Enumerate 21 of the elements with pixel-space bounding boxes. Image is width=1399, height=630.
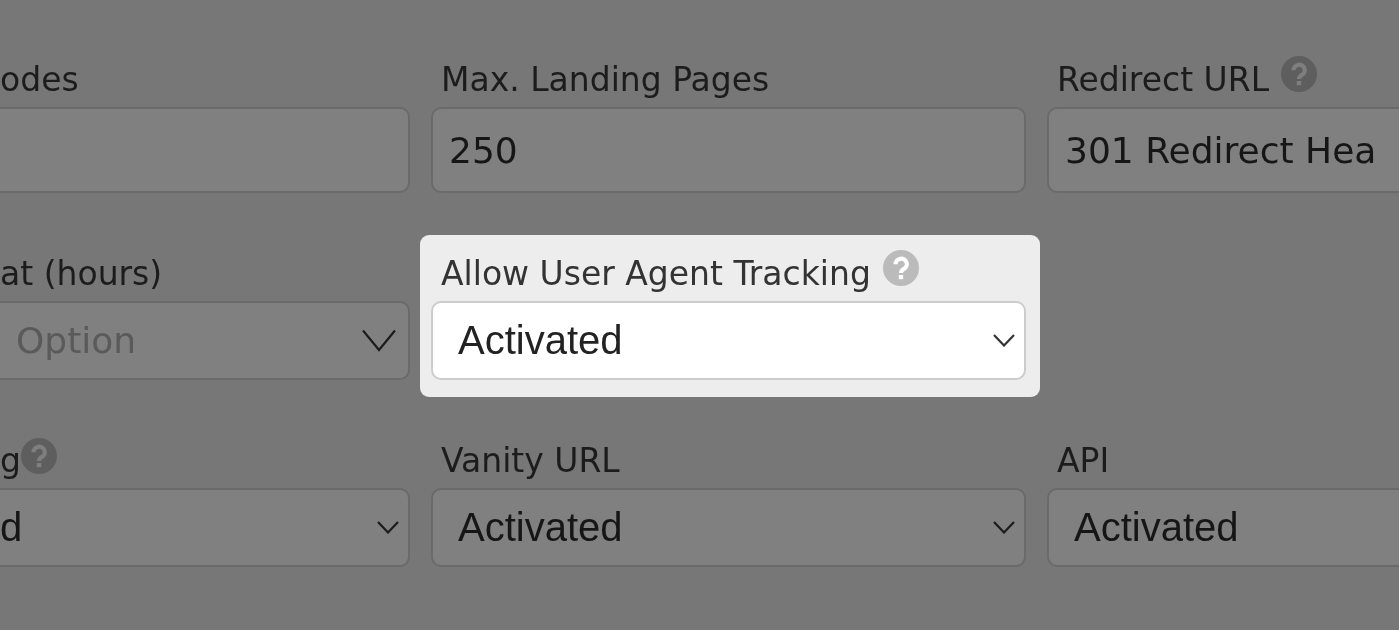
dropdown[interactable]: Activated: [431, 301, 1026, 380]
dropdown[interactable]: Activated: [1047, 488, 1399, 567]
field-label: API: [1057, 442, 1110, 479]
help-icon[interactable]: [1281, 55, 1318, 92]
text-field[interactable]: 250: [431, 107, 1026, 193]
dropdown[interactable]: Activated: [431, 488, 1026, 567]
chevron-down-icon: [377, 521, 399, 534]
chevron-down-icon: [993, 334, 1015, 347]
chevron-down-icon: [993, 521, 1015, 534]
field-label: at (hours): [0, 255, 163, 292]
field-label: Max. Landing Pages: [441, 61, 770, 98]
help-icon[interactable]: [20, 437, 57, 474]
field-label: odes: [0, 61, 79, 98]
help-icon[interactable]: [882, 249, 919, 286]
chevron-down-icon: [362, 329, 396, 352]
field-label: Redirect URL: [1057, 61, 1270, 98]
field-label: Vanity URL: [441, 442, 620, 479]
field-label: Allow User Agent Tracking: [441, 255, 871, 292]
text-field[interactable]: 301 Redirect Hea: [1047, 107, 1399, 193]
dropdown[interactable]: d: [0, 488, 410, 567]
field-label: g: [0, 442, 21, 479]
